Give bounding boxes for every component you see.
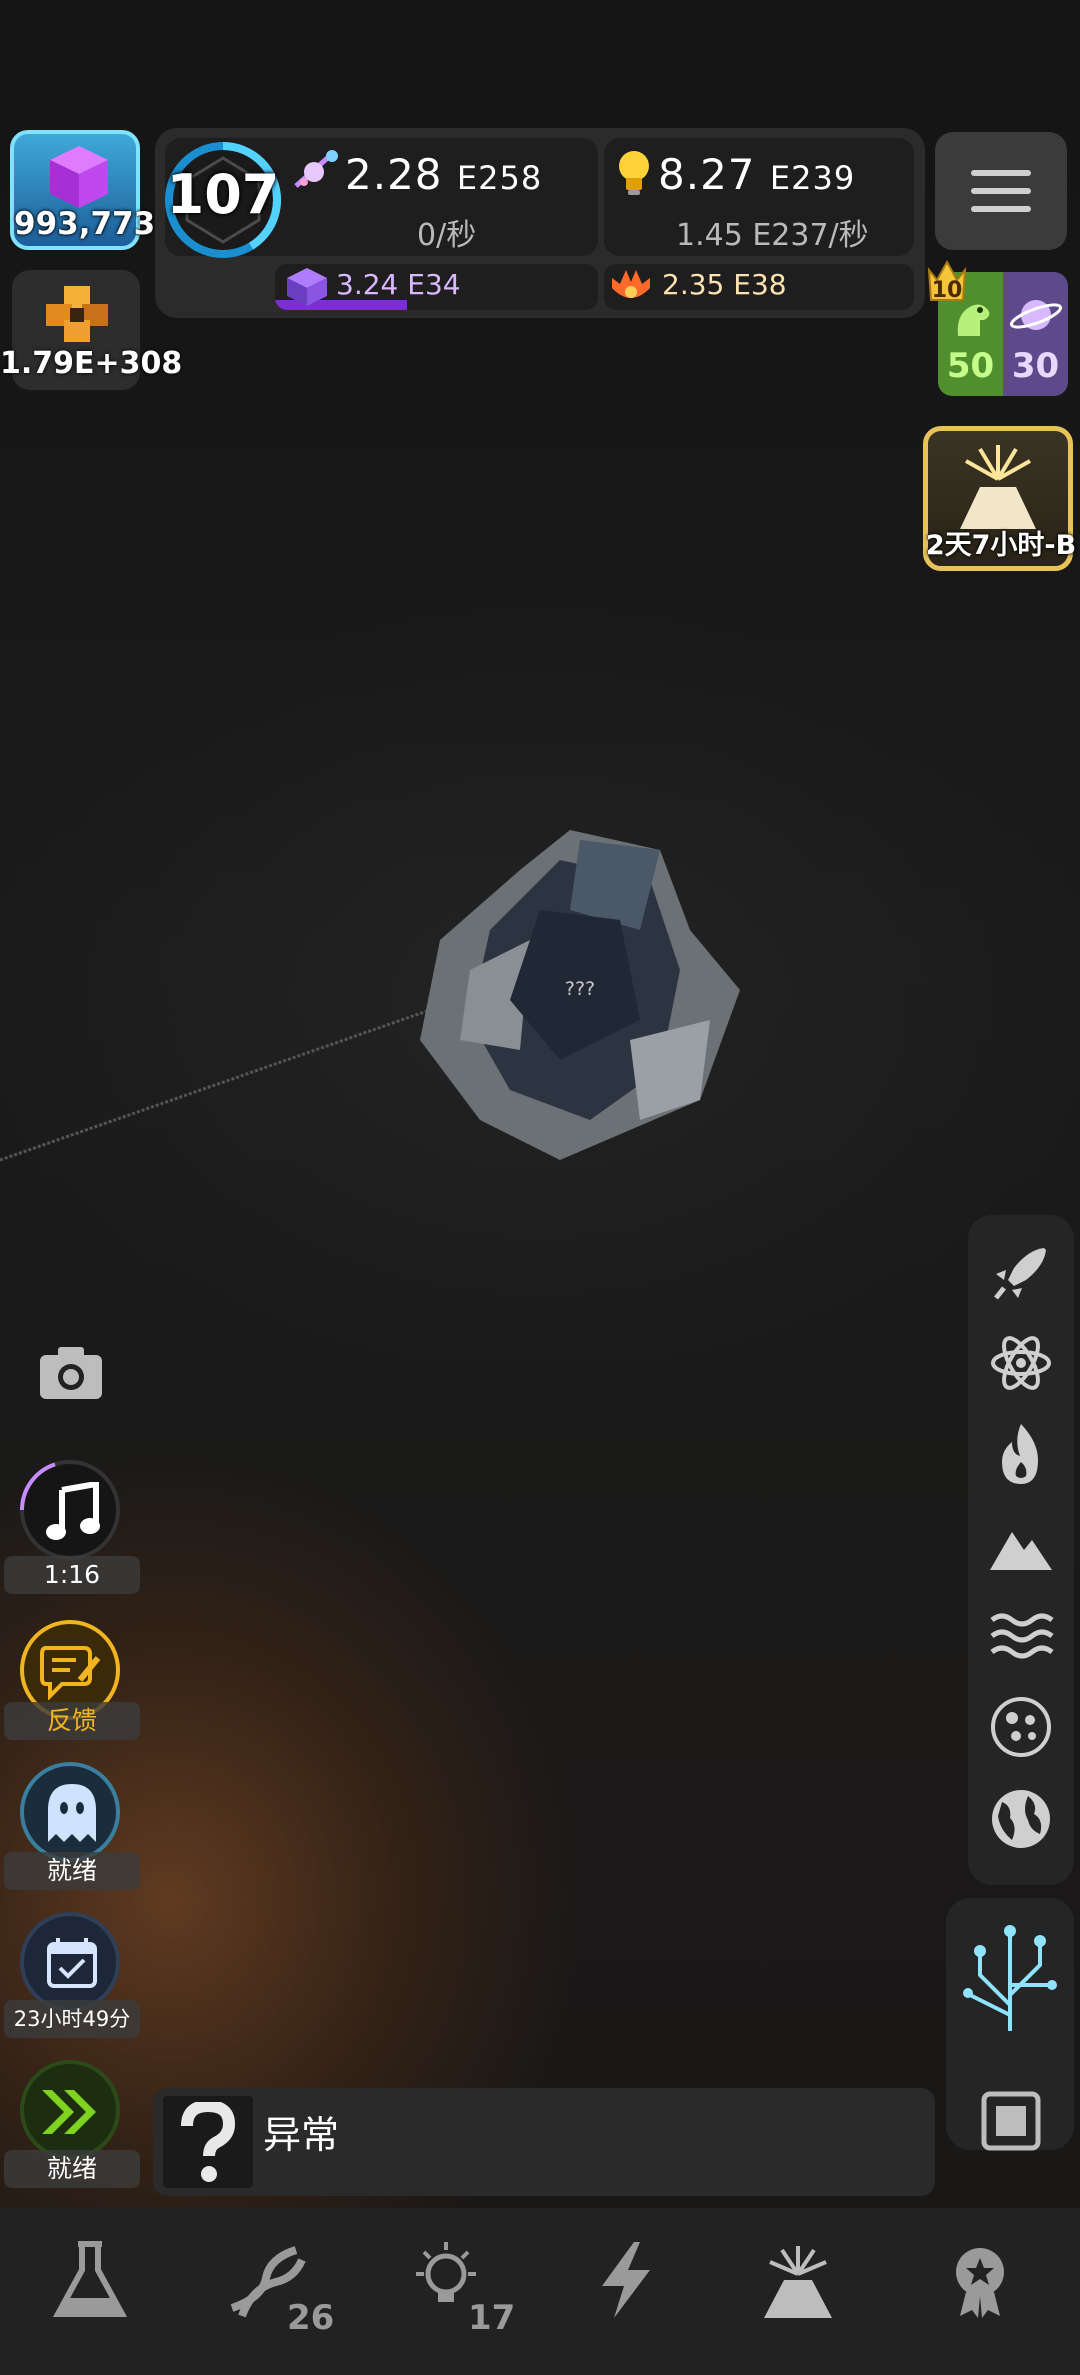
cells-icon[interactable] xyxy=(988,1694,1054,1760)
idea-badge: 17 xyxy=(468,2298,516,2338)
atom-icon[interactable] xyxy=(988,1330,1054,1396)
camera-icon[interactable] xyxy=(38,1345,104,1401)
music-note-icon xyxy=(46,1482,100,1540)
calendar-check-icon xyxy=(47,1938,97,1988)
globe-icon[interactable] xyxy=(988,1786,1054,1852)
calendar-timer: 23小时49分 xyxy=(4,2000,140,2038)
feedback-pencil-icon xyxy=(40,1646,101,1700)
atom-particle-icon xyxy=(294,150,338,188)
crown-level: 10 xyxy=(931,278,963,303)
ghost-status: 就绪 xyxy=(4,1852,140,1890)
music-timer: 1:16 xyxy=(4,1556,140,1594)
matter-exponent: E258 xyxy=(456,159,543,197)
rocket-icon[interactable] xyxy=(988,1240,1054,1306)
planet-icon xyxy=(1009,300,1063,330)
dimension-exponent: E34 xyxy=(407,268,461,301)
fire-value: 2.35 xyxy=(662,268,725,301)
double-chevron-icon xyxy=(42,2090,96,2134)
planet-panel: 30 xyxy=(1003,272,1068,396)
calendar-button[interactable] xyxy=(20,1912,120,2012)
player-level: 107 xyxy=(166,163,280,226)
anomaly-image xyxy=(163,2096,253,2188)
orbit-trail xyxy=(0,1008,431,1162)
volcano-eruption-icon xyxy=(960,445,1036,529)
planet-count: 30 xyxy=(1011,346,1060,386)
anomaly-label: 异常 xyxy=(263,2113,340,2157)
idea-rate-value: 1.45 xyxy=(676,218,743,253)
dimension-value: 3.24 xyxy=(336,268,399,301)
fire-exponent: E38 xyxy=(733,268,787,301)
cube-count: 993,773 xyxy=(14,206,156,242)
dimension-box-icon xyxy=(287,268,327,306)
feedback-label: 反馈 xyxy=(4,1702,140,1740)
idea-exponent: E239 xyxy=(769,159,856,197)
mystery-object-label: ??? xyxy=(564,978,596,1000)
hamburger-icon xyxy=(971,170,1031,176)
waves-icon[interactable] xyxy=(988,1602,1054,1668)
skip-button[interactable] xyxy=(20,2060,120,2160)
music-button[interactable] xyxy=(20,1460,120,1560)
fire-crown-icon xyxy=(612,270,650,298)
puzzle-cube-icon xyxy=(46,286,108,342)
hamburger-line xyxy=(971,188,1031,194)
flask-icon[interactable] xyxy=(48,2238,132,2322)
dna-badge: 26 xyxy=(287,2298,335,2338)
volcano-tab-icon[interactable] xyxy=(756,2238,840,2322)
cube-currency-button[interactable]: 993,773 xyxy=(10,130,156,250)
skip-status: 就绪 xyxy=(4,2150,140,2188)
menu-button[interactable] xyxy=(935,132,1067,250)
ghost-button[interactable] xyxy=(20,1762,120,1862)
achievement-badge-icon[interactable] xyxy=(938,2238,1022,2322)
question-mark-icon xyxy=(181,2102,236,2182)
hamburger-line xyxy=(971,206,1031,212)
chip-icon[interactable] xyxy=(978,2088,1044,2154)
idea-rate-exponent: E237/秒 xyxy=(752,218,869,253)
event-timer: 2天7小时-B xyxy=(925,530,1077,561)
idea-value: 8.27 xyxy=(658,150,756,199)
lightning-icon[interactable] xyxy=(584,2238,668,2322)
fire-icon[interactable] xyxy=(988,1422,1054,1488)
mountain-icon[interactable] xyxy=(988,1512,1054,1578)
puzzle-currency-button[interactable]: 1.79E+308 xyxy=(0,270,182,390)
matter-value: 2.28 xyxy=(345,150,443,199)
puzzle-count: 1.79E+308 xyxy=(0,346,183,381)
skill-tree-icon[interactable] xyxy=(960,1915,1060,2035)
ghost-icon xyxy=(48,1784,96,1842)
dino-count: 50 xyxy=(946,346,995,386)
bottom-nav xyxy=(0,2208,1080,2375)
purple-cube-icon xyxy=(50,146,108,208)
lightbulb-icon xyxy=(619,151,649,195)
matter-rate: 0/秒 xyxy=(417,218,477,253)
